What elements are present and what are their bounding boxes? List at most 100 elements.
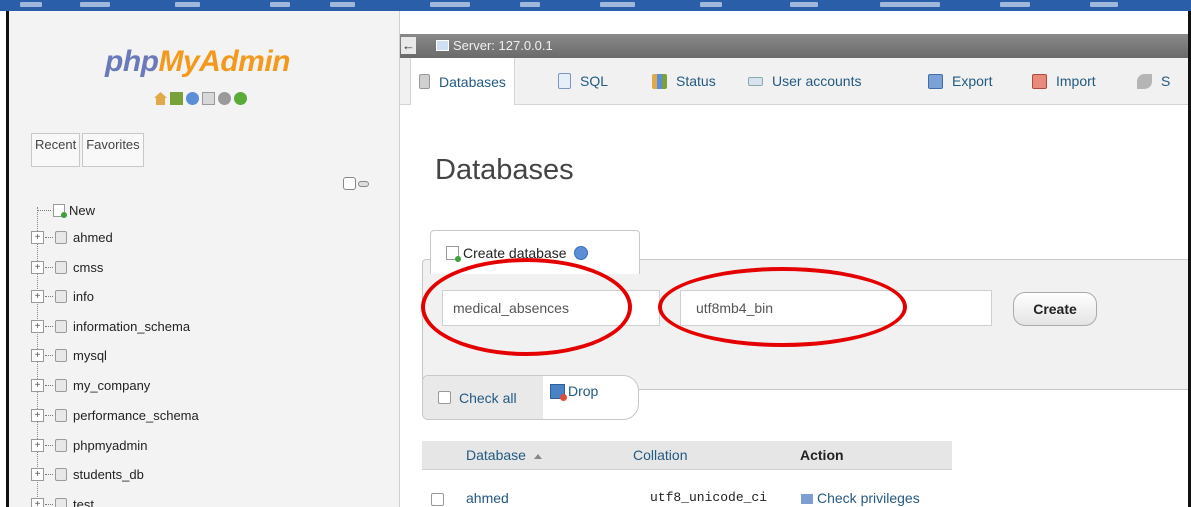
tree-item-label: students_db bbox=[73, 466, 144, 482]
tab-recent[interactable]: Recent bbox=[31, 133, 81, 167]
database-name-input[interactable] bbox=[442, 290, 660, 326]
link-with-main-icon[interactable] bbox=[358, 180, 369, 187]
check-all-checkbox[interactable] bbox=[438, 391, 451, 404]
tab-label: Export bbox=[952, 73, 993, 89]
database-icon bbox=[55, 260, 67, 274]
top-menu: Databases SQL Status User accounts Expor… bbox=[400, 58, 1188, 105]
database-icon bbox=[55, 289, 67, 303]
tree-item-label: my_company bbox=[73, 377, 151, 393]
collation-select[interactable]: utf8mb4_bin bbox=[680, 290, 992, 326]
expand-icon[interactable]: + bbox=[31, 467, 44, 481]
tree-item-database[interactable]: + test bbox=[31, 493, 94, 507]
wrench-icon bbox=[1137, 73, 1152, 89]
tree-item-label: test bbox=[73, 496, 94, 507]
tree-item-database[interactable]: + information_schema bbox=[31, 315, 190, 337]
expand-icon[interactable]: + bbox=[31, 260, 44, 274]
database-icon bbox=[55, 230, 67, 244]
tab-import[interactable]: Import bbox=[1032, 58, 1096, 104]
tree-item-database[interactable]: + performance_schema bbox=[31, 404, 199, 426]
tree-item-database[interactable]: + cmss bbox=[31, 256, 103, 278]
expand-icon[interactable]: + bbox=[31, 319, 44, 333]
tree-item-label: phpmyadmin bbox=[73, 437, 148, 453]
help-icon[interactable] bbox=[573, 245, 588, 260]
tree-item-label: info bbox=[73, 288, 94, 304]
check-all-label: Check all bbox=[459, 389, 517, 406]
user-accounts-icon bbox=[748, 76, 763, 86]
logo-php-text: php bbox=[105, 45, 159, 78]
expand-icon[interactable]: + bbox=[31, 497, 44, 507]
expand-icon[interactable]: + bbox=[31, 438, 44, 452]
expand-icon[interactable]: + bbox=[31, 289, 44, 303]
page-title: Databases bbox=[435, 154, 574, 186]
server-breadcrumb: ← Server: 127.0.0.1 bbox=[400, 34, 1188, 58]
tree-item-database[interactable]: + phpmyadmin bbox=[31, 434, 147, 456]
tab-user-accounts[interactable]: User accounts bbox=[748, 58, 861, 104]
sort-asc-icon bbox=[533, 453, 542, 459]
expand-icon[interactable]: + bbox=[31, 408, 44, 422]
database-icon bbox=[55, 467, 67, 481]
tree-item-database[interactable]: + ahmed bbox=[31, 226, 113, 248]
create-button[interactable]: Create bbox=[1013, 292, 1097, 326]
tab-label: User accounts bbox=[772, 73, 862, 89]
check-privileges-link[interactable]: Check privileges bbox=[801, 490, 920, 506]
column-collation[interactable]: Collation bbox=[633, 447, 687, 463]
docs-icon[interactable] bbox=[202, 92, 215, 105]
status-icon bbox=[652, 73, 667, 89]
tree-item-database[interactable]: + info bbox=[31, 285, 94, 307]
expand-icon[interactable]: + bbox=[31, 378, 44, 392]
tab-status[interactable]: Status bbox=[652, 58, 716, 104]
privileges-icon bbox=[801, 494, 813, 505]
tree-item-label: ahmed bbox=[73, 229, 113, 245]
tree-item-database[interactable]: + my_company bbox=[31, 374, 150, 396]
database-icon bbox=[55, 378, 67, 392]
database-icon bbox=[55, 319, 67, 333]
expand-icon[interactable]: + bbox=[31, 348, 44, 362]
collapse-all-icon[interactable] bbox=[343, 177, 356, 190]
tab-favorites[interactable]: Favorites bbox=[82, 133, 144, 167]
tab-export[interactable]: Export bbox=[928, 58, 992, 104]
drop-button[interactable]: Drop bbox=[550, 383, 598, 401]
column-action: Action bbox=[800, 447, 844, 463]
databases-icon bbox=[419, 74, 430, 89]
import-icon bbox=[1032, 73, 1047, 89]
navigation-sidebar: phpMyAdmin Recent Favorites New + ahmed … bbox=[9, 11, 400, 507]
home-icon[interactable] bbox=[154, 92, 167, 105]
tab-settings[interactable]: S bbox=[1137, 58, 1170, 104]
tree-controls bbox=[343, 177, 369, 190]
reload-icon[interactable] bbox=[234, 92, 247, 105]
tab-sql[interactable]: SQL bbox=[558, 58, 608, 104]
new-database-icon bbox=[446, 245, 461, 262]
server-icon bbox=[436, 40, 449, 51]
tree-item-label: mysql bbox=[73, 347, 107, 363]
tree-item-database[interactable]: + mysql bbox=[31, 344, 107, 366]
settings-icon[interactable] bbox=[218, 92, 231, 105]
logo-myadmin-text: MyAdmin bbox=[158, 45, 290, 78]
tab-label: Status bbox=[676, 73, 716, 89]
row-checkbox[interactable] bbox=[431, 493, 444, 506]
check-privileges-label: Check privileges bbox=[817, 490, 920, 506]
tree-item-label: cmss bbox=[73, 259, 104, 275]
create-database-label: Create database bbox=[463, 244, 567, 261]
create-database-legend: Create database bbox=[430, 230, 640, 274]
tree-item-new[interactable]: New bbox=[31, 199, 95, 221]
sidebar-tabs: Recent Favorites bbox=[31, 133, 144, 167]
check-all-toggle[interactable]: Check all bbox=[423, 376, 543, 419]
expand-icon[interactable]: + bbox=[31, 230, 44, 244]
tab-label: Import bbox=[1056, 73, 1096, 89]
help-icon[interactable] bbox=[186, 92, 199, 105]
collapse-sidebar-icon[interactable]: ← bbox=[401, 37, 416, 54]
database-icon bbox=[55, 438, 67, 452]
server-link[interactable]: Server: 127.0.0.1 bbox=[453, 38, 553, 53]
tab-label: SQL bbox=[580, 73, 609, 89]
tab-databases[interactable]: Databases bbox=[410, 58, 515, 105]
tree-item-database[interactable]: + students_db bbox=[31, 463, 144, 485]
column-database[interactable]: Database bbox=[466, 447, 542, 463]
tree-item-label: information_schema bbox=[73, 318, 191, 334]
row-collation: utf8_unicode_ci bbox=[650, 490, 768, 505]
phpmyadmin-logo[interactable]: phpMyAdmin bbox=[105, 45, 290, 79]
logout-icon[interactable] bbox=[170, 92, 183, 105]
row-database-link[interactable]: ahmed bbox=[466, 490, 509, 506]
taskbar-strip bbox=[0, 0, 1191, 11]
tree-item-label: New bbox=[69, 202, 96, 218]
tab-label: S bbox=[1161, 73, 1171, 89]
